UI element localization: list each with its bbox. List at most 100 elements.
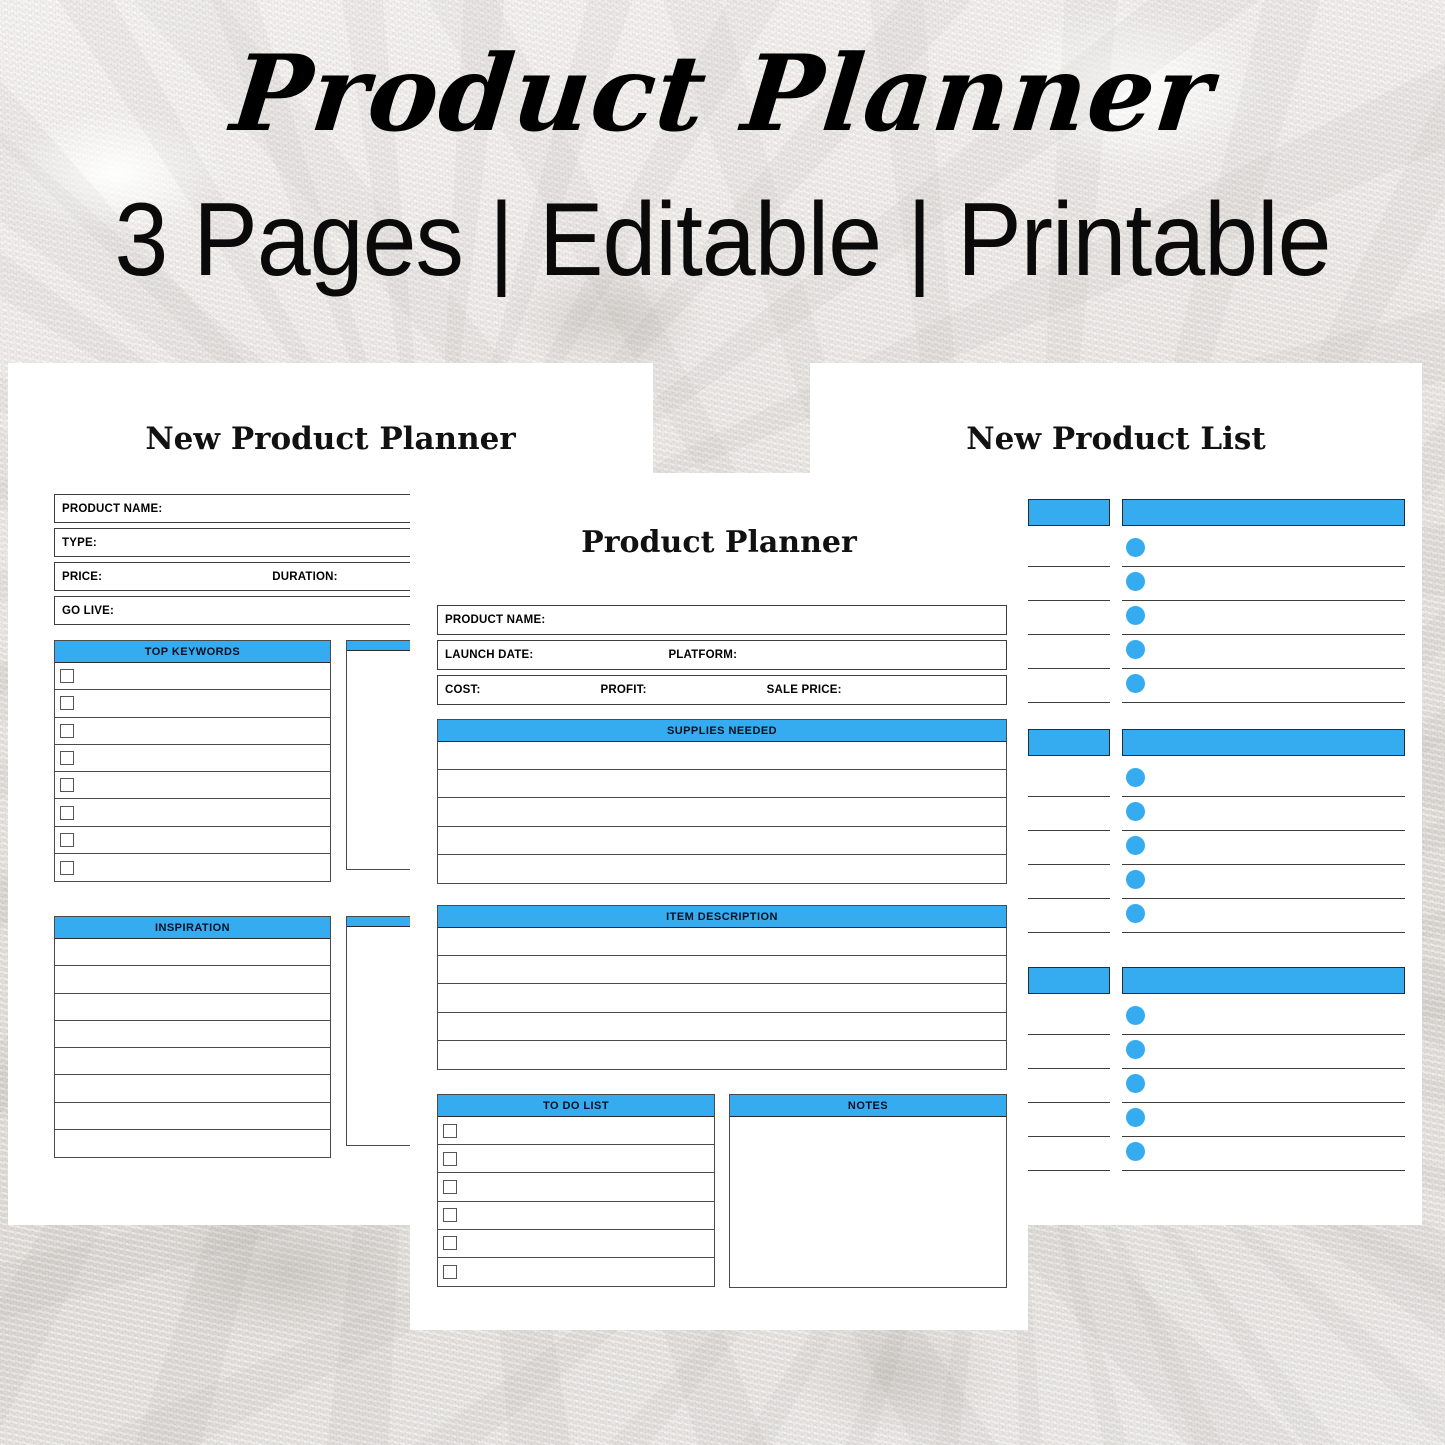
field-price-duration[interactable]: PRICE: DURATION: (54, 562, 421, 591)
list-item[interactable] (438, 798, 1006, 827)
row-line-small[interactable] (1028, 831, 1110, 865)
group-header-large[interactable] (1122, 729, 1405, 756)
list-item[interactable] (438, 984, 1006, 1013)
field-cost-profit-sale-price[interactable]: COST: PROFIT: SALE PRICE: (437, 675, 1007, 705)
list-item[interactable] (55, 745, 330, 773)
field-type[interactable]: TYPE: (54, 528, 421, 557)
row-line-small[interactable] (1028, 567, 1110, 601)
list-item[interactable] (438, 1173, 714, 1202)
row-line-large[interactable] (1122, 831, 1405, 865)
row-line-small[interactable] (1028, 797, 1110, 831)
list-item[interactable] (438, 1230, 714, 1258)
field-go-live[interactable]: GO LIVE: (54, 596, 421, 625)
list-item[interactable] (55, 994, 330, 1021)
row-line-small[interactable] (1028, 1069, 1110, 1103)
list-item[interactable] (1028, 601, 1405, 635)
row-line-small[interactable] (1028, 865, 1110, 899)
checkbox-icon[interactable] (443, 1123, 457, 1138)
row-line-large[interactable] (1122, 1137, 1405, 1171)
list-item[interactable] (55, 799, 330, 827)
checkbox-icon[interactable] (443, 1208, 457, 1223)
checkbox-icon[interactable] (60, 832, 74, 847)
checkbox-icon[interactable] (60, 751, 74, 766)
list-item[interactable] (55, 772, 330, 800)
checkbox-icon[interactable] (443, 1265, 457, 1280)
list-item[interactable] (438, 1117, 714, 1146)
row-line-large[interactable] (1122, 899, 1405, 933)
row-line-small[interactable] (1028, 899, 1110, 933)
row-line-large[interactable] (1122, 567, 1405, 601)
checkbox-icon[interactable] (60, 696, 74, 711)
list-item[interactable] (55, 718, 330, 745)
row-line-small[interactable] (1028, 1035, 1110, 1069)
list-item[interactable] (55, 1130, 330, 1157)
list-item[interactable] (1028, 763, 1405, 797)
field-product-name[interactable]: PRODUCT NAME: (54, 494, 421, 523)
list-item[interactable] (438, 1041, 1006, 1069)
list-item[interactable] (1028, 1137, 1405, 1171)
list-item[interactable] (438, 827, 1006, 855)
list-item[interactable] (1028, 1069, 1405, 1103)
list-item[interactable] (55, 1021, 330, 1049)
list-item[interactable] (438, 956, 1006, 985)
group-header-small[interactable] (1028, 967, 1110, 994)
list-item[interactable] (438, 770, 1006, 799)
list-item[interactable] (1028, 567, 1405, 601)
checkbox-icon[interactable] (60, 778, 74, 793)
group-header-small[interactable] (1028, 499, 1110, 526)
field-launch-date-platform[interactable]: LAUNCH DATE: PLATFORM: (437, 640, 1007, 670)
row-line-large[interactable] (1122, 635, 1405, 669)
list-item[interactable] (55, 663, 330, 691)
list-item[interactable] (55, 690, 330, 718)
list-item[interactable] (438, 1013, 1006, 1041)
row-line-large[interactable] (1122, 601, 1405, 635)
group-header-large[interactable] (1122, 967, 1405, 994)
row-line-small[interactable] (1028, 601, 1110, 635)
row-line-small[interactable] (1028, 1137, 1110, 1171)
checkbox-icon[interactable] (443, 1236, 457, 1251)
row-line-large[interactable] (1122, 1001, 1405, 1035)
checkbox-icon[interactable] (60, 860, 74, 875)
row-line-large[interactable] (1122, 797, 1405, 831)
list-item[interactable] (438, 1202, 714, 1230)
row-line-large[interactable] (1122, 669, 1405, 703)
list-item[interactable] (438, 855, 1006, 883)
row-line-large[interactable] (1122, 533, 1405, 567)
checkbox-icon[interactable] (60, 669, 74, 684)
list-item[interactable] (1028, 797, 1405, 831)
row-line-small[interactable] (1028, 1103, 1110, 1137)
list-item[interactable] (1028, 669, 1405, 703)
group-header-large[interactable] (1122, 499, 1405, 526)
list-item[interactable] (438, 928, 1006, 957)
list-item[interactable] (1028, 533, 1405, 567)
list-item[interactable] (55, 827, 330, 855)
notes-writing-area[interactable] (730, 1117, 1006, 1287)
row-line-small[interactable] (1028, 669, 1110, 703)
list-item[interactable] (55, 1075, 330, 1103)
row-line-small[interactable] (1028, 763, 1110, 797)
checkbox-icon[interactable] (443, 1179, 457, 1194)
row-line-large[interactable] (1122, 763, 1405, 797)
list-item[interactable] (1028, 899, 1405, 933)
row-line-large[interactable] (1122, 1103, 1405, 1137)
list-item[interactable] (1028, 865, 1405, 899)
list-item[interactable] (1028, 635, 1405, 669)
row-line-small[interactable] (1028, 635, 1110, 669)
list-item[interactable] (1028, 1035, 1405, 1069)
group-header-small[interactable] (1028, 729, 1110, 756)
list-item[interactable] (55, 1103, 330, 1131)
row-line-small[interactable] (1028, 533, 1110, 567)
row-line-large[interactable] (1122, 1035, 1405, 1069)
row-line-large[interactable] (1122, 1069, 1405, 1103)
list-item[interactable] (55, 966, 330, 994)
list-item[interactable] (1028, 1103, 1405, 1137)
list-item[interactable] (438, 1145, 714, 1174)
checkbox-icon[interactable] (60, 723, 74, 738)
list-item[interactable] (55, 854, 330, 881)
list-item[interactable] (1028, 831, 1405, 865)
list-item[interactable] (438, 1258, 714, 1286)
checkbox-icon[interactable] (443, 1151, 457, 1166)
list-item[interactable] (55, 939, 330, 967)
row-line-large[interactable] (1122, 865, 1405, 899)
list-item[interactable] (55, 1048, 330, 1076)
